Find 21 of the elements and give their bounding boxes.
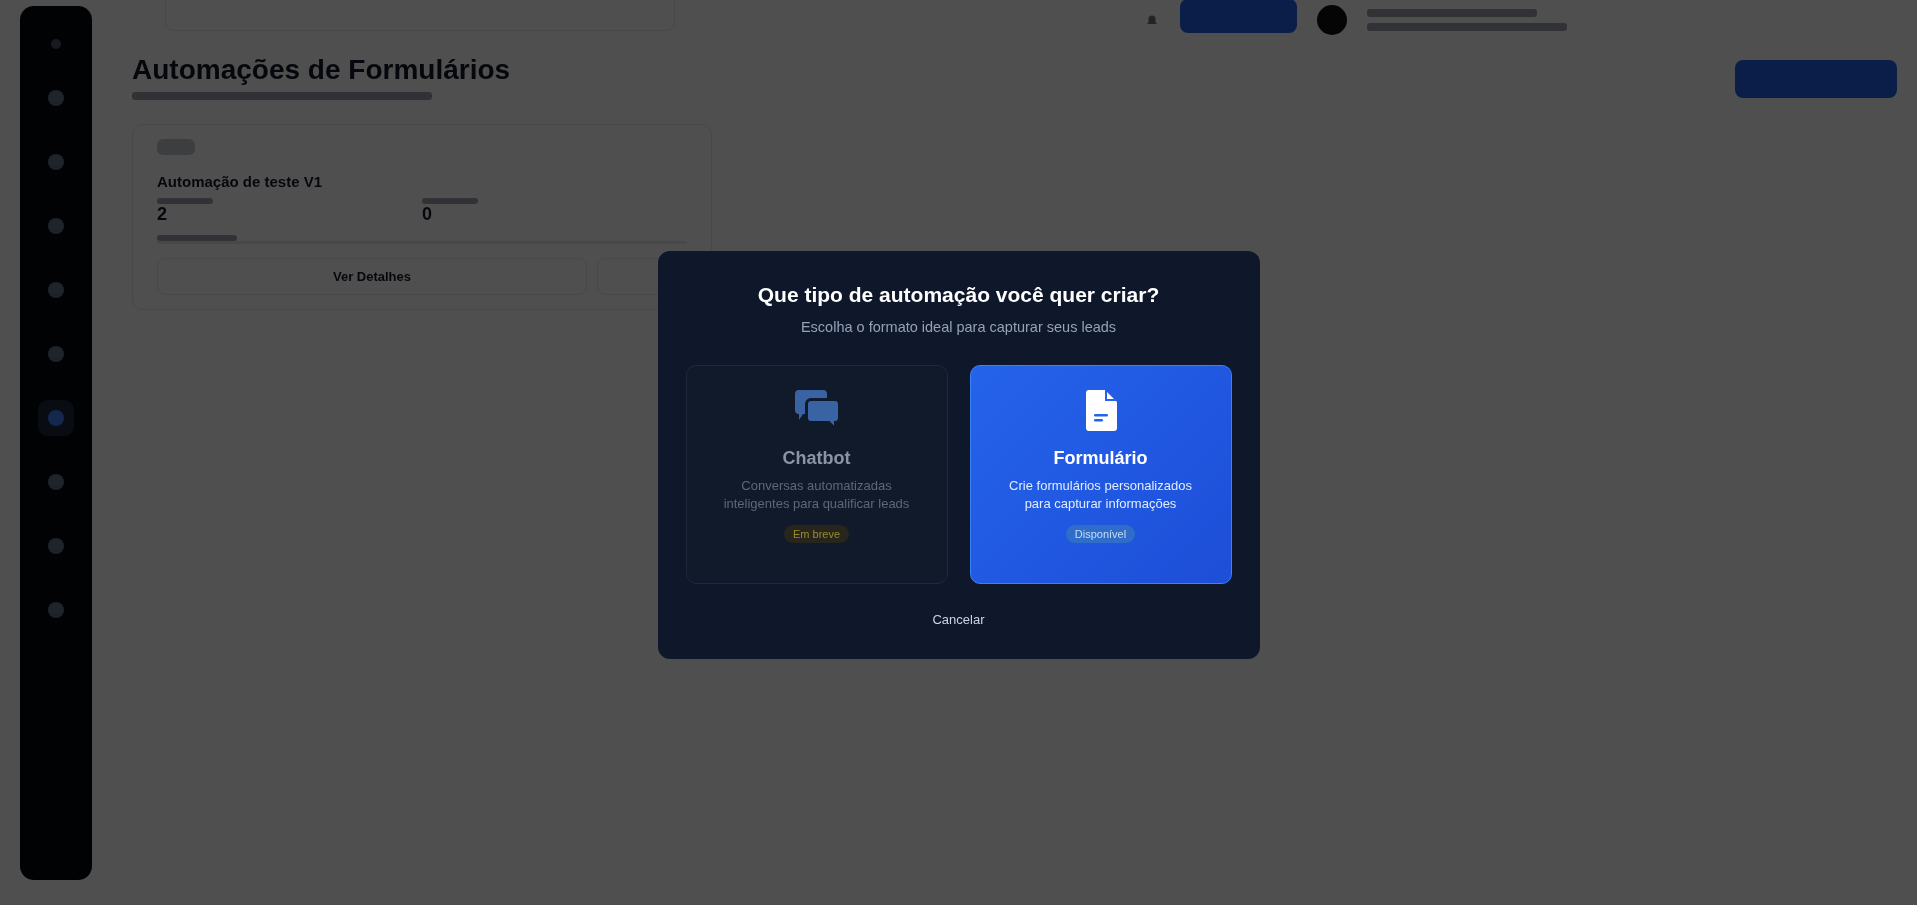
option-title: Chatbot <box>782 448 851 469</box>
card-title: Automação de teste V1 <box>157 173 324 190</box>
header-button[interactable] <box>1180 0 1297 33</box>
stat-value: 0 <box>422 204 433 225</box>
avatar[interactable] <box>1317 5 1347 35</box>
page-title: Automações de Formulários <box>132 54 511 86</box>
new-automation-button[interactable] <box>1735 60 1897 98</box>
stat-label-line <box>422 198 478 204</box>
option-title: Formulário <box>1053 448 1148 469</box>
modal-subtitle: Escolha o formato ideal para capturar seus leads <box>799 319 1118 335</box>
stat-value: 2 <box>157 204 168 225</box>
nav-icon[interactable] <box>38 400 74 436</box>
option-description: Conversas automatizadas inteligentes para qualificar leads <box>722 477 911 513</box>
option-card[interactable]: Formulário Crie formulários personalizados para capturar informações Disponível <box>969 365 1232 584</box>
option-description: Crie formulários personalizados para capturar informações <box>1008 477 1193 513</box>
logo-icon <box>49 36 63 52</box>
status-badge: Em breve <box>783 525 850 543</box>
modal-title: Que tipo de automação você quer criar? <box>756 283 1161 307</box>
stat-label-line <box>157 198 213 204</box>
status-badge: Disponível <box>1065 525 1136 543</box>
cancel-button[interactable]: Cancelar <box>924 608 993 631</box>
